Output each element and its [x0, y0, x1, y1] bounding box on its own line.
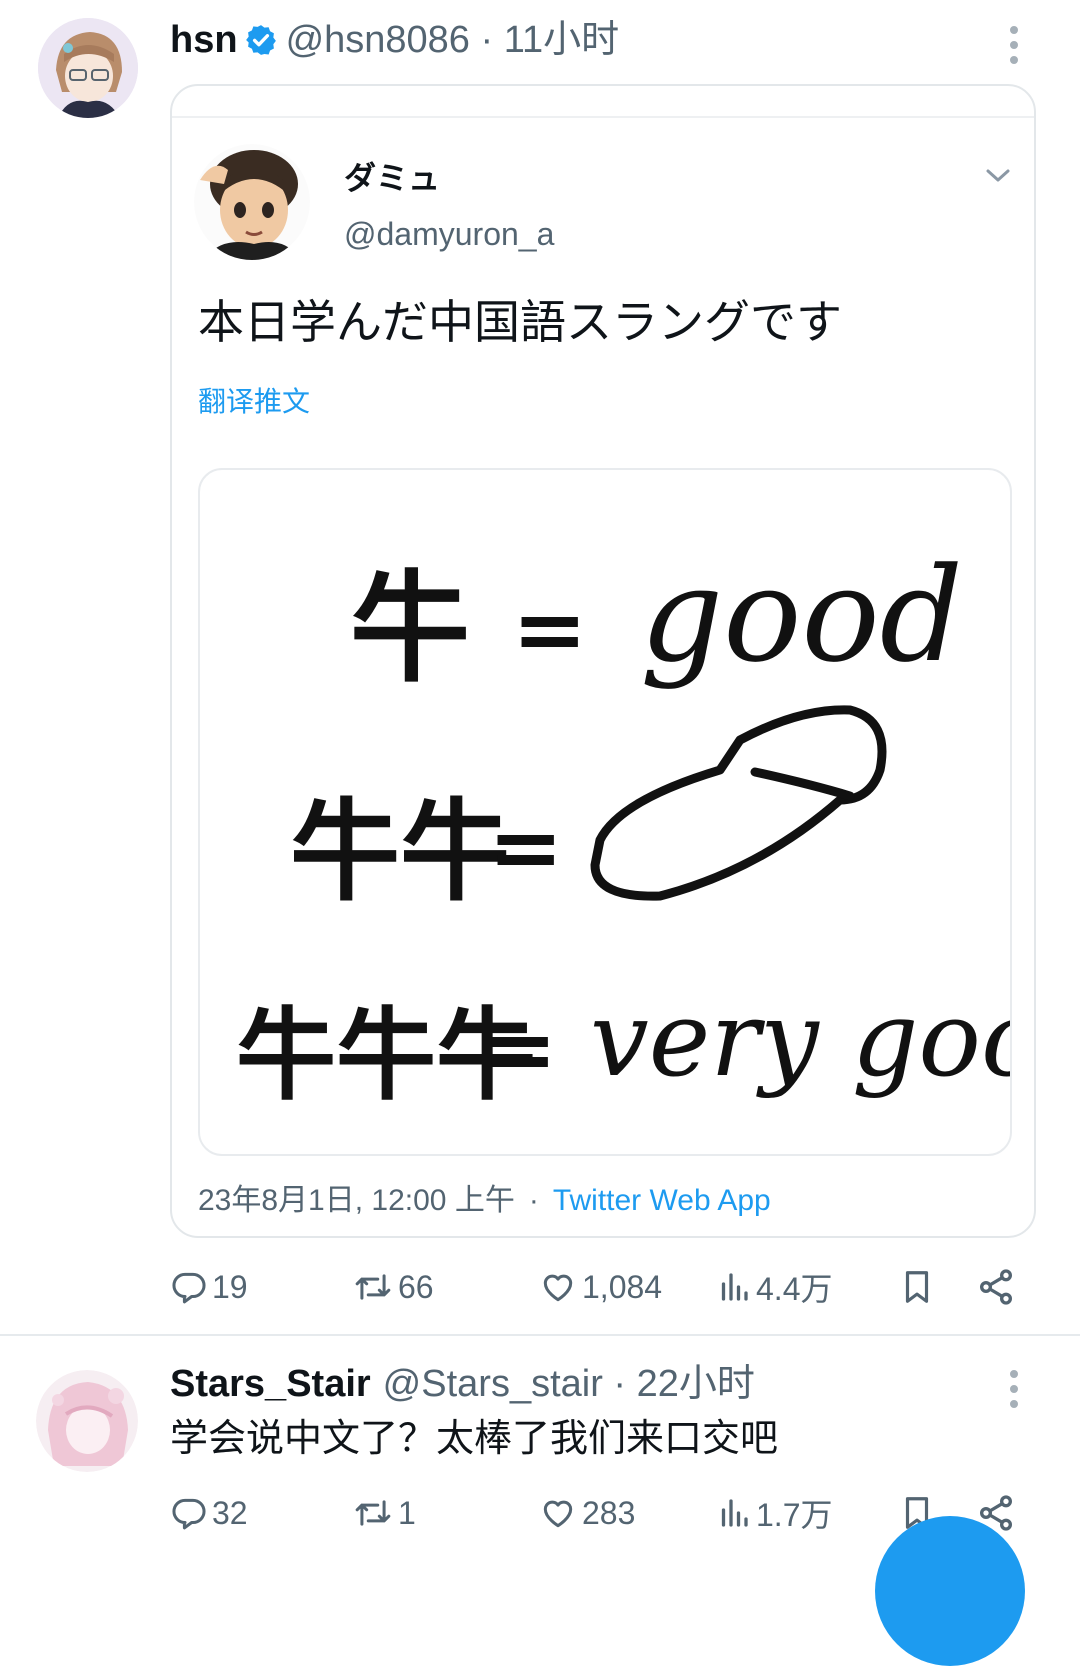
verified-badge-icon [244, 23, 278, 67]
meta-separator: · [528, 1184, 539, 1217]
retweet-icon [355, 1500, 391, 1526]
reply-icon [172, 1272, 206, 1304]
retweet-count: 66 [398, 1268, 434, 1305]
views-button[interactable]: 4.4万 [716, 1262, 833, 1312]
tweet-1[interactable]: hsn @hsn8086 · 11小时 ダミュ @damyuron_a 本日学んだ… [0, 0, 1080, 1336]
image-line-2-equals: = [488, 794, 563, 900]
quoted-source[interactable]: Twitter Web App [553, 1184, 771, 1217]
tweet-header: Stars_Stair @Stars_stair · 22小时 [170, 1362, 755, 1406]
card-top-rule [172, 116, 1034, 118]
quoted-tweet-card[interactable]: ダミュ @damyuron_a 本日学んだ中国語スラングです 翻译推文 牛 = … [170, 84, 1036, 1238]
bookmark-icon [905, 1271, 929, 1303]
tweet-actions: 32 1 283 1.7万 [170, 1488, 1030, 1538]
reply-count: 32 [212, 1494, 248, 1531]
like-count: 283 [582, 1494, 636, 1531]
avatar-hsn[interactable] [38, 18, 138, 118]
share-button[interactable] [976, 1262, 1016, 1312]
image-line-1-equals: = [512, 576, 587, 682]
image-line-3-equals: = [482, 996, 557, 1102]
tweet-text: 学会说中文了？太棒了我们来口交吧 [170, 1418, 779, 1460]
image-line-1-right: good [640, 539, 963, 691]
author-name[interactable]: hsn [170, 19, 238, 61]
share-icon [980, 1269, 1012, 1305]
like-button[interactable]: 1,084 [538, 1262, 662, 1312]
tweet-header: hsn @hsn8086 · 11小时 [170, 18, 619, 67]
drawn-shape [590, 705, 887, 901]
views-icon [721, 1499, 748, 1527]
quoted-author-handle[interactable]: @damyuron_a [344, 214, 554, 254]
reply-button[interactable]: 19 [170, 1262, 248, 1312]
quoted-timestamp[interactable]: 23年8月1日, 12:00 上午 [198, 1184, 515, 1217]
avatar-stars-stair[interactable] [36, 1370, 138, 1472]
views-button[interactable]: 1.7万 [716, 1488, 833, 1538]
reply-button[interactable]: 32 [170, 1488, 248, 1538]
author-handle[interactable]: @Stars_stair [383, 1363, 603, 1405]
separator-dot: · [602, 1363, 637, 1405]
quoted-author-name[interactable]: ダミュ [344, 158, 440, 198]
image-line-1-left: 牛 [350, 558, 470, 699]
tweet-time[interactable]: 22小时 [637, 1363, 755, 1405]
views-count: 1.7万 [756, 1497, 833, 1533]
tweet-time[interactable]: 11小时 [504, 19, 619, 61]
avatar-damyuron[interactable] [194, 144, 310, 260]
like-icon [543, 1500, 573, 1528]
quoted-tweet-text: 本日学んだ中国語スラングです [198, 296, 842, 348]
image-line-3-right: very good [590, 978, 1010, 1100]
reply-count: 19 [212, 1268, 248, 1305]
separator-dot: · [469, 19, 504, 61]
retweet-count: 1 [398, 1494, 416, 1531]
views-icon [721, 1273, 748, 1301]
like-button[interactable]: 283 [538, 1488, 635, 1538]
image-line-2-left: 牛牛 [290, 787, 510, 916]
retweet-button[interactable]: 1 [352, 1488, 416, 1538]
author-handle[interactable]: @hsn8086 [286, 19, 470, 61]
bookmark-button[interactable] [898, 1262, 936, 1312]
slang-drawing: 牛 = good 牛牛 = 牛牛牛 = very good [236, 539, 1010, 1114]
chevron-down-icon[interactable] [984, 166, 1012, 191]
like-count: 1,084 [582, 1268, 663, 1305]
tweet-actions: 19 66 1,084 4.4万 [170, 1262, 1030, 1312]
views-count: 4.4万 [756, 1271, 833, 1307]
translate-link[interactable]: 翻译推文 [198, 384, 310, 420]
more-icon[interactable] [1008, 26, 1020, 71]
reply-icon [172, 1498, 206, 1530]
like-icon [543, 1274, 573, 1302]
retweet-icon [355, 1274, 391, 1300]
compose-fab-button[interactable] [875, 1516, 1025, 1666]
author-name[interactable]: Stars_Stair [170, 1363, 371, 1405]
quoted-image[interactable]: 牛 = good 牛牛 = 牛牛牛 = very good [198, 468, 1012, 1156]
quoted-meta: 23年8月1日, 12:00 上午 · Twitter Web App [198, 1182, 771, 1220]
more-icon[interactable] [1008, 1370, 1020, 1415]
retweet-button[interactable]: 66 [352, 1262, 434, 1312]
